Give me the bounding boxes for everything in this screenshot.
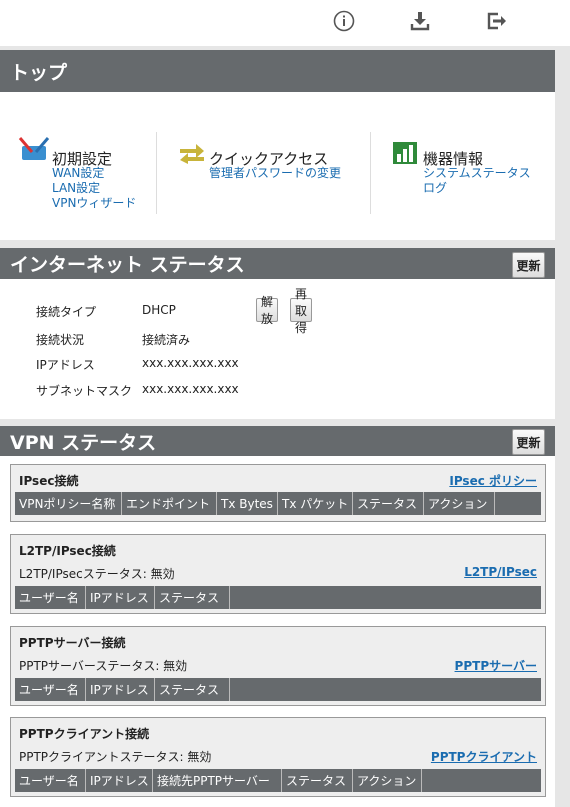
connection-status-value: 接続済み <box>142 333 191 347</box>
subnet-mask-label: サブネットマスク <box>36 384 133 398</box>
pptp-client-status-text: PPTPクライアントステータス: 無効 <box>19 750 212 764</box>
logout-icon[interactable] <box>483 8 509 34</box>
pptp-server-link[interactable]: PPTPサーバー <box>455 657 537 674</box>
top-section-header: トップ <box>0 50 555 92</box>
top-section-title: トップ <box>10 61 68 84</box>
column-header: Tx Bytes <box>217 492 278 515</box>
vpn-status-header: VPN ステータス 更新 <box>0 426 555 456</box>
top-toolbar <box>0 0 570 46</box>
pptp-client-box: PPTPクライアント接続 PPTPクライアントステータス: 無効 PPTPクライ… <box>10 717 546 797</box>
connection-type-label: 接続タイプ <box>36 305 97 319</box>
system-status-link[interactable]: システムステータス <box>423 166 531 181</box>
column-header: ステータス <box>155 678 230 701</box>
download-icon[interactable] <box>407 8 433 34</box>
internet-status-title: インターネット ステータス <box>10 254 245 276</box>
column-header: ユーザー名 <box>15 769 86 792</box>
pptp-client-title: PPTPクライアント接続 <box>19 727 150 741</box>
column-header: 接続先PPTPサーバー <box>153 769 282 792</box>
subnet-mask-value: xxx.xxx.xxx.xxx <box>142 382 239 396</box>
pptp-client-table-header: ユーザー名 IPアドレス 接続先PPTPサーバー ステータス アクション <box>15 769 541 792</box>
column-header: Tx パケット <box>278 492 353 515</box>
l2tp-title: L2TP/IPsec接続 <box>19 544 116 558</box>
vpn-wizard-link[interactable]: VPNウィザード <box>52 196 136 211</box>
internet-refresh-button[interactable]: 更新 <box>512 252 545 278</box>
divider <box>370 132 371 214</box>
log-link[interactable]: ログ <box>423 181 531 196</box>
internet-status-header: インターネット ステータス 更新 <box>0 248 555 279</box>
column-header: ステータス <box>282 769 353 792</box>
connection-status-label: 接続状況 <box>36 333 85 347</box>
connection-type-value: DHCP <box>142 303 176 317</box>
column-header: ステータス <box>353 492 424 515</box>
admin-password-link[interactable]: 管理者パスワードの変更 <box>209 166 341 181</box>
divider <box>156 132 157 214</box>
ipsec-policy-link[interactable]: IPsec ポリシー <box>449 472 537 489</box>
pptp-server-box: PPTPサーバー接続 PPTPサーバーステータス: 無効 PPTPサーバー ユー… <box>10 626 546 706</box>
l2tp-status-text: L2TP/IPsecステータス: 無効 <box>19 567 175 581</box>
pptp-server-status-text: PPTPサーバーステータス: 無効 <box>19 659 188 673</box>
renew-button[interactable]: 再取得 <box>290 287 313 335</box>
column-header: ユーザー名 <box>15 586 86 609</box>
tools-icon <box>18 137 50 160</box>
column-header: IPアドレス <box>86 769 153 792</box>
column-header: ステータス <box>155 586 230 609</box>
pptp-server-title: PPTPサーバー接続 <box>19 636 126 650</box>
column-header: VPNポリシー名称 <box>15 492 122 515</box>
ipsec-title: IPsec接続 <box>19 474 79 488</box>
ip-address-value: xxx.xxx.xxx.xxx <box>142 356 239 370</box>
ip-address-label: IPアドレス <box>36 358 95 372</box>
info-icon[interactable] <box>331 8 357 34</box>
l2tp-box: L2TP/IPsec接続 L2TP/IPsecステータス: 無効 L2TP/IP… <box>10 534 546 614</box>
pptp-server-table-header: ユーザー名 IPアドレス ステータス <box>15 678 541 701</box>
ipsec-box: IPsec接続 IPsec ポリシー VPNポリシー名称 エンドポイント Tx … <box>10 464 546 522</box>
ipsec-table-header: VPNポリシー名称 エンドポイント Tx Bytes Tx パケット ステータス… <box>15 492 541 515</box>
lan-setup-link[interactable]: LAN設定 <box>52 181 136 196</box>
column-header: IPアドレス <box>86 678 155 701</box>
column-header: アクション <box>353 769 422 792</box>
internet-status-panel: 接続タイプ DHCP 解放 再取得 接続状況 接続済み IPアドレス xxx.x… <box>0 279 555 419</box>
column-header: アクション <box>424 492 495 515</box>
column-header: IPアドレス <box>86 586 155 609</box>
release-button[interactable]: 解放 <box>256 295 279 326</box>
wan-setup-link[interactable]: WAN設定 <box>52 166 136 181</box>
arrows-icon <box>180 144 204 164</box>
vpn-status-panel: IPsec接続 IPsec ポリシー VPNポリシー名称 エンドポイント Tx … <box>0 456 555 807</box>
column-header: ユーザー名 <box>15 678 86 701</box>
l2tp-link[interactable]: L2TP/IPsec <box>464 565 537 579</box>
vpn-refresh-button[interactable]: 更新 <box>512 429 545 455</box>
l2tp-table-header: ユーザー名 IPアドレス ステータス <box>15 586 541 609</box>
pptp-client-link[interactable]: PPTPクライアント <box>431 748 537 765</box>
column-header: エンドポイント <box>122 492 217 515</box>
top-panel: 初期設定 WAN設定 LAN設定 VPNウィザード クイックアクセス 管理者パス… <box>0 92 555 240</box>
chart-icon <box>393 142 417 164</box>
vpn-status-title: VPN ステータス <box>10 431 157 454</box>
